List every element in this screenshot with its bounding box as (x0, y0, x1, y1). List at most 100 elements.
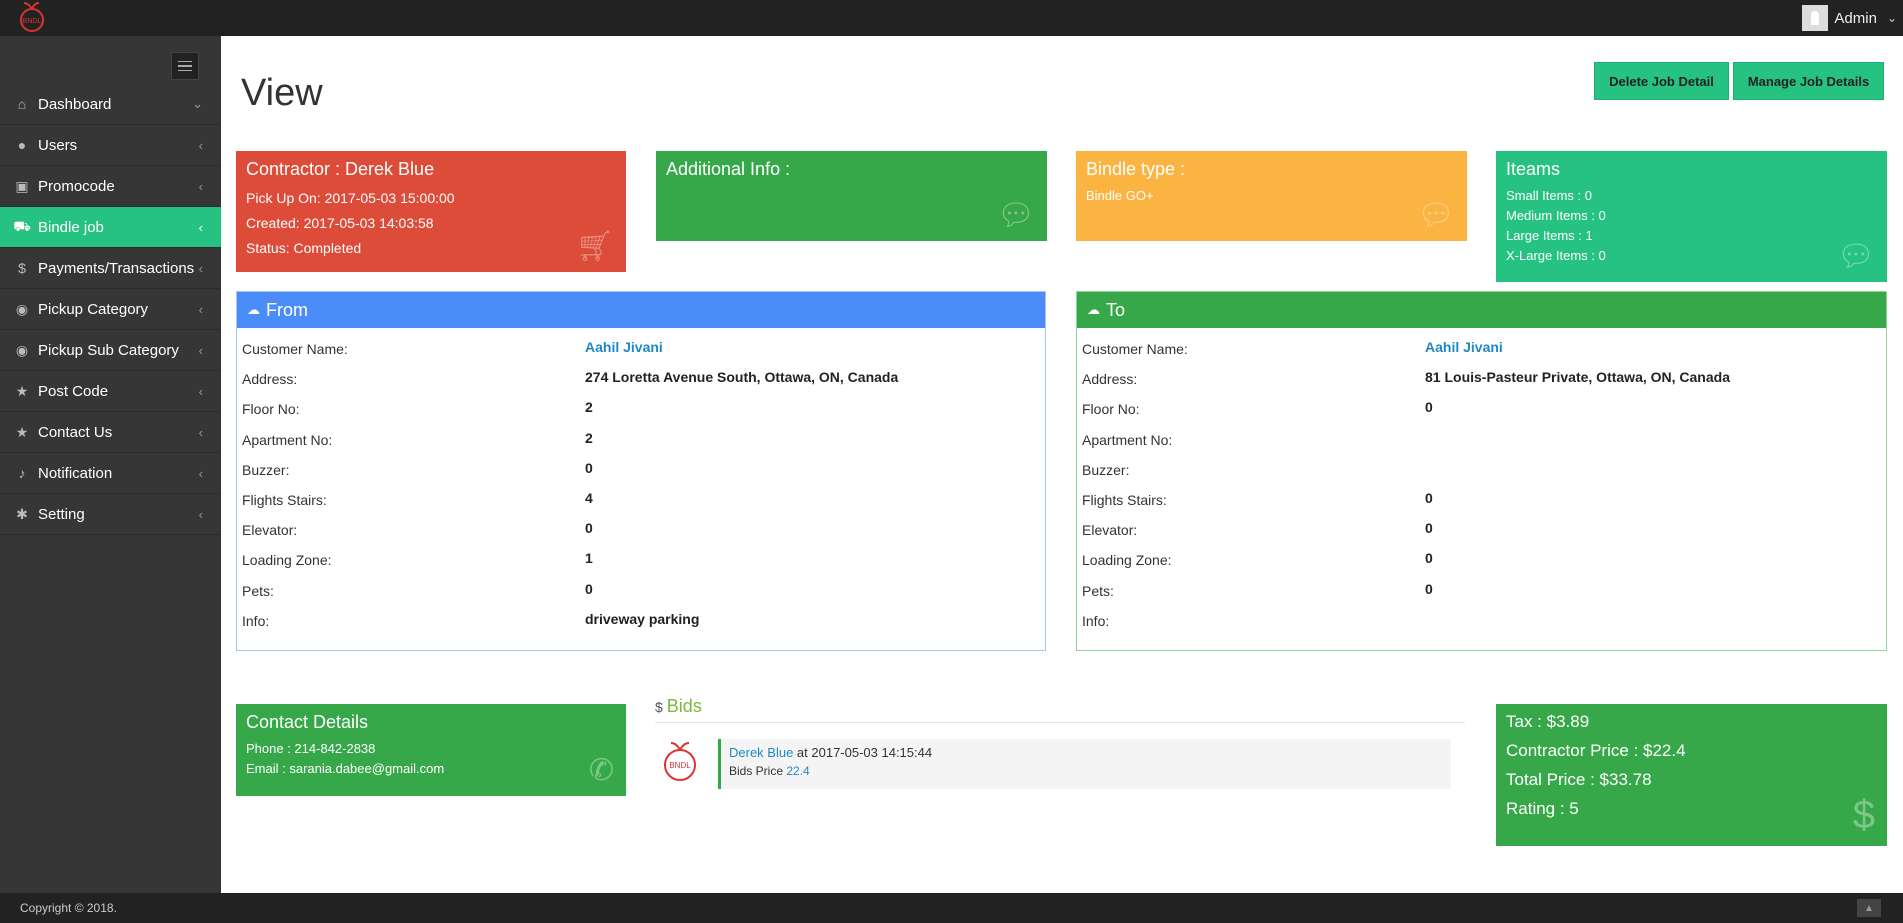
sidebar-item-pickup-sub-category[interactable]: ◉ Pickup Sub Category ‹ (0, 330, 221, 371)
detail-value: 0 (1425, 580, 1433, 597)
contact-title: Contact Details (246, 712, 369, 732)
xlarge-items: X-Large Items : 0 (1506, 248, 1606, 263)
detail-row: Elevator: 0 (1077, 514, 1886, 544)
detail-label: Apartment No: (242, 431, 333, 448)
sidebar-item-payments-transactions[interactable]: $ Payments/Transactions ‹ (0, 248, 221, 289)
from-panel: ☁ From Customer Name: Aahil Jivani Address:… (236, 291, 1046, 651)
sidebar-item-label: Promocode (38, 177, 115, 195)
detail-row: Flights Stairs: 4 (237, 484, 1045, 514)
scroll-top-icon[interactable]: ▲ (1857, 899, 1881, 917)
contractor-title: Contractor : Derek Blue (246, 159, 435, 179)
to-header: ☁ To (1077, 292, 1886, 328)
sidebar-item-setting[interactable]: ✱ Setting ‹ (0, 494, 221, 535)
sidebar-item-bindle-job[interactable]: ⛟ Bindle job ‹ (0, 207, 221, 248)
sidebar-item-promocode[interactable]: ▣ Promocode ‹ (0, 166, 221, 207)
sidebar-item-label: Contact Us (38, 423, 113, 441)
cart-icon: ⛟ (13, 217, 31, 234)
dollar-icon: $ (655, 699, 663, 715)
bindle-type-value: Bindle GO+ (1086, 188, 1154, 203)
comment-icon: 💬︎ (1836, 240, 1875, 273)
chevron-icon: ‹ (198, 342, 203, 358)
comment-icon: 💬︎ (1416, 199, 1455, 232)
comment-icon: 💬︎ (996, 199, 1035, 232)
detail-row: Flights Stairs: 0 (1077, 484, 1886, 514)
contractor-card: Contractor : Derek Blue Pick Up On: 2017… (236, 151, 626, 272)
detail-row: Customer Name: Aahil Jivani (1077, 333, 1886, 363)
detail-value: 1 (585, 550, 593, 567)
detail-value: 0 (1425, 489, 1433, 506)
detail-row: Pets: 0 (1077, 575, 1886, 605)
detail-label: Customer Name: (1082, 341, 1188, 357)
detail-value: 2 (585, 399, 593, 416)
bid-entry: Derek Blue at 2017-05-03 14:15:44 Bids P… (718, 739, 1451, 789)
bindle-logo[interactable]: BNDL (16, 0, 48, 34)
user-icon: ● (17, 137, 27, 153)
phone-icon: ✆ (588, 754, 614, 787)
to-panel: ☁ To Customer Name: Aahil Jivani Address: 81… (1076, 291, 1887, 651)
contractor-price: Contractor Price : $22.4 (1506, 741, 1686, 760)
star-icon: ★ (15, 423, 29, 440)
large-items: Large Items : 1 (1506, 228, 1593, 243)
globe-icon: ◉ (15, 341, 29, 358)
chevron-icon: ‹ (198, 506, 203, 522)
medium-items: Medium Items : 0 (1506, 208, 1606, 223)
sidebar-toggle-icon[interactable] (171, 52, 199, 80)
sidebar-item-label: Post Code (38, 382, 109, 400)
contact-details-card: Contact Details Phone : 214-842-2838 Ema… (236, 704, 626, 796)
sidebar-item-label: Dashboard (38, 95, 112, 113)
detail-value: 0 (585, 580, 593, 597)
detail-row: Apartment No: (1077, 424, 1886, 454)
chevron-icon: ‹ (198, 260, 203, 276)
delete-job-detail-button[interactable]: Delete Job Detail (1594, 62, 1729, 100)
bids-title: Bids (666, 696, 702, 716)
chevron-icon: ⌄ (192, 96, 203, 111)
detail-value: 2 (585, 429, 593, 446)
globe-icon: ◉ (15, 300, 29, 317)
bidder-logo: BNDL (664, 742, 696, 781)
job-status: Status: Completed (246, 240, 362, 256)
sidebar-item-dashboard[interactable]: ⌂ Dashboard ⌄ (0, 84, 221, 125)
detail-value[interactable]: Aahil Jivani (1425, 339, 1503, 355)
divider (655, 722, 1465, 723)
detail-value: 81 Louis-Pasteur Private, Ottawa, ON, Ca… (1425, 369, 1730, 386)
manage-job-details-button[interactable]: Manage Job Details (1733, 62, 1884, 100)
rating-value: Rating : 5 (1506, 799, 1579, 818)
bidder-name-link[interactable]: Derek Blue (729, 745, 793, 760)
chevron-icon: ‹ (198, 383, 203, 399)
sidebar-item-pickup-category[interactable]: ◉ Pickup Category ‹ (0, 289, 221, 330)
detail-value: 0 (1425, 550, 1433, 567)
detail-row: Address: 81 Louis-Pasteur Private, Ottawa… (1077, 363, 1886, 393)
sidebar-item-notification[interactable]: ♪ Notification ‹ (0, 453, 221, 494)
detail-label: Buzzer: (242, 461, 290, 478)
created-time: Created: 2017-05-03 14:03:58 (246, 215, 434, 231)
detail-value: driveway parking (585, 610, 700, 627)
chevron-icon: ‹ (198, 424, 203, 440)
svg-text:BNDL: BNDL (23, 18, 42, 25)
admin-user-menu[interactable]: Admin ⌄ (1802, 0, 1903, 36)
contact-email: Email : sarania.dabee@gmail.com (246, 761, 445, 776)
additional-info-card: Additional Info : 💬︎ (656, 151, 1047, 241)
detail-label: Info: (1082, 612, 1110, 629)
cloud-upload-icon: ☁ (1087, 302, 1100, 317)
contact-phone: Phone : 214-842-2838 (246, 741, 376, 756)
detail-label: Elevator: (242, 522, 298, 539)
detail-row: Buzzer: (1077, 454, 1886, 484)
home-icon: ⌂ (17, 96, 27, 112)
sidebar-item-label: Users (38, 136, 78, 154)
sidebar-item-post-code[interactable]: ★ Post Code ‹ (0, 371, 221, 412)
detail-value[interactable]: Aahil Jivani (585, 339, 663, 355)
detail-label: Pets: (242, 582, 274, 599)
footer: Copyright © 2018. ▲ (0, 893, 1903, 923)
sidebar-item-contact-us[interactable]: ★ Contact Us ‹ (0, 412, 221, 453)
sidebar-item-users[interactable]: ● Users ‹ (0, 125, 221, 166)
items-title: Iteams (1506, 159, 1561, 179)
detail-label: Apartment No: (1082, 431, 1173, 448)
detail-label: Address: (1082, 371, 1138, 388)
chevron-icon: ‹ (198, 301, 203, 317)
detail-label: Floor No: (1082, 401, 1140, 418)
bid-time: at 2017-05-03 14:15:44 (793, 745, 933, 760)
detail-label: Loading Zone: (1082, 552, 1172, 569)
bids-heading: $ Bids (655, 696, 702, 717)
detail-label: Floor No: (242, 401, 300, 418)
detail-row: Customer Name: Aahil Jivani (237, 333, 1045, 363)
